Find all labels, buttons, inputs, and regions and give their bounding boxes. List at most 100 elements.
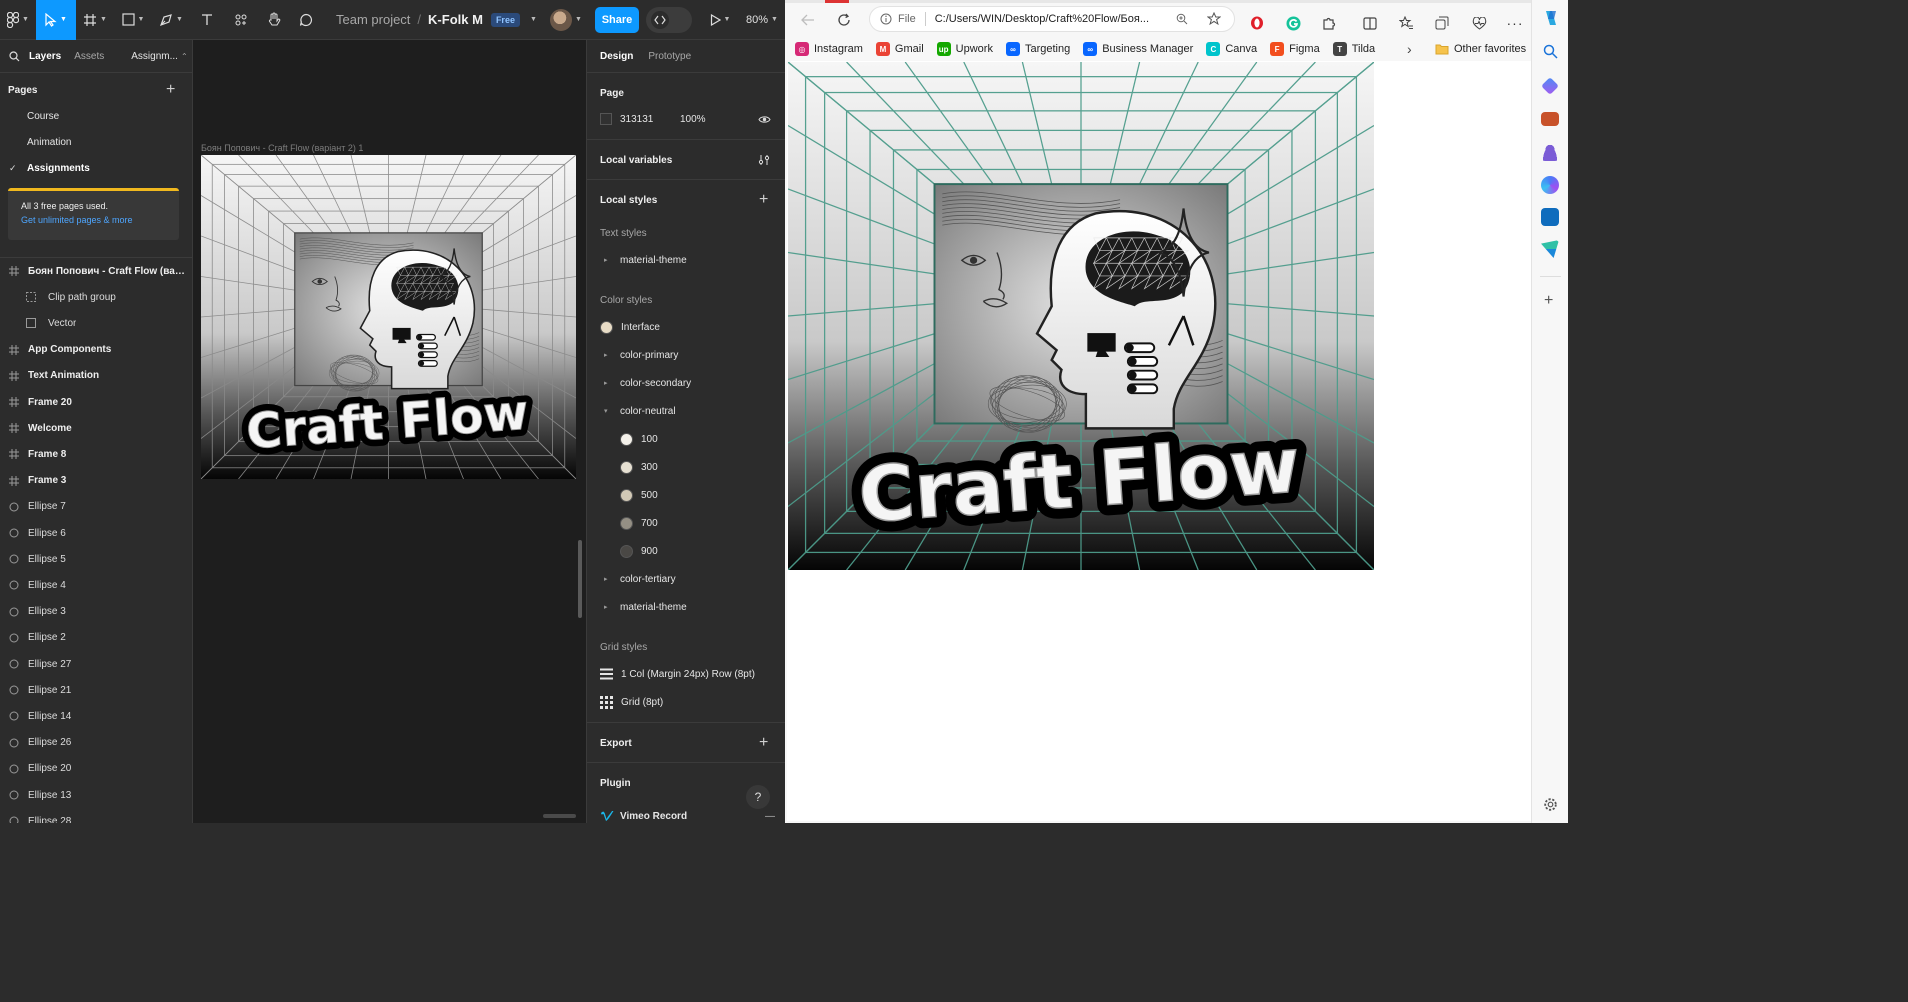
url-text[interactable]: C:/Users/WIN/Desktop/Craft%20Flow/Боя... [935, 13, 1157, 25]
bookmark-upwork[interactable]: up Upwork [936, 42, 993, 56]
resources-tool-button[interactable] [224, 0, 258, 40]
layer-row[interactable]: Ellipse 27 [0, 651, 192, 677]
share-button[interactable]: Share [595, 6, 639, 33]
file-name[interactable]: K-Folk M [428, 12, 483, 27]
local-variables-heading[interactable]: Local variables [600, 155, 672, 166]
layer-row[interactable]: Vector [0, 310, 192, 336]
pen-tool-button[interactable]: ▼ [152, 0, 190, 40]
layer-row[interactable]: Боян Попович - Craft Flow (варіа... [0, 258, 192, 284]
reload-button[interactable] [827, 3, 861, 37]
layer-row[interactable]: Text Animation [0, 363, 192, 389]
layer-row[interactable]: Frame 20 [0, 389, 192, 415]
upgrade-link[interactable]: Get unlimited pages & more [21, 215, 166, 225]
comment-tool-button[interactable] [290, 0, 322, 40]
browser-essentials-button[interactable] [1462, 6, 1496, 40]
color-swatch-item[interactable]: 700 [600, 513, 775, 533]
color-swatch-item[interactable]: 900 [600, 541, 775, 561]
tab-prototype[interactable]: Prototype [648, 51, 691, 62]
file-menu-chevron-icon[interactable]: ▼ [530, 16, 537, 23]
search-icon[interactable] [1543, 44, 1558, 59]
layer-row[interactable]: Welcome [0, 415, 192, 441]
collections-button[interactable] [1425, 6, 1459, 40]
page-item-course[interactable]: Course [27, 111, 59, 122]
color-style-item[interactable]: Interface [600, 317, 775, 337]
send-drop-icon[interactable] [1541, 240, 1559, 258]
add-page-plus-icon[interactable]: + [166, 82, 175, 98]
address-bar[interactable]: File C:/Users/WIN/Desktop/Craft%20Flow/Б… [869, 6, 1235, 32]
layer-row[interactable]: Ellipse 26 [0, 730, 192, 756]
layer-row[interactable]: Ellipse 5 [0, 546, 192, 572]
present-button[interactable]: ▼ [705, 0, 735, 40]
help-button[interactable]: ? [746, 785, 770, 809]
variables-sliders-icon[interactable] [758, 154, 770, 166]
color-swatch-item[interactable]: 100 [600, 429, 775, 449]
layer-row[interactable]: Clip path group [0, 284, 192, 310]
opera-extension-button[interactable] [1240, 6, 1274, 40]
layer-row[interactable]: App Components [0, 337, 192, 363]
add-style-plus-icon[interactable]: + [759, 192, 768, 208]
layer-row[interactable]: Frame 3 [0, 468, 192, 494]
text-style-group[interactable]: ▸ material-theme [600, 250, 775, 270]
tab-design[interactable]: Design [600, 51, 633, 62]
settings-more-button[interactable]: ··· [1498, 6, 1532, 40]
color-swatch-item[interactable]: 500 [600, 485, 775, 505]
toolbox-icon[interactable] [1541, 112, 1559, 126]
page-item-assignments[interactable]: Assignments [27, 163, 90, 174]
grammarly-extension-button[interactable] [1276, 6, 1310, 40]
horizontal-scrollbar[interactable] [543, 814, 576, 818]
dev-mode-toggle[interactable] [646, 6, 692, 33]
plugin-item[interactable]: Vimeo Record — [600, 806, 775, 823]
page-color-swatch[interactable] [600, 113, 612, 125]
layer-row[interactable]: Ellipse 21 [0, 677, 192, 703]
grid-style-item[interactable]: Grid (8pt) [600, 692, 775, 712]
chevron-up-icon[interactable]: ⌃ [181, 52, 188, 61]
people-icon[interactable] [1541, 143, 1559, 161]
color-style-group[interactable]: ▸ material-theme [600, 597, 775, 617]
hand-tool-button[interactable] [258, 0, 290, 40]
layer-row[interactable]: Ellipse 14 [0, 703, 192, 729]
tab-layers[interactable]: Layers [29, 51, 61, 62]
layer-row[interactable]: Ellipse 6 [0, 520, 192, 546]
zoom-menu[interactable]: 80% ▼ [742, 0, 782, 40]
add-export-plus-icon[interactable]: + [759, 735, 768, 751]
bookmark-business-manager[interactable]: ∞ Business Manager [1083, 42, 1193, 56]
color-style-group[interactable]: ▾ color-neutral [600, 401, 775, 421]
vertical-scrollbar[interactable] [578, 540, 582, 618]
team-name[interactable]: Team project [336, 12, 410, 27]
multiplayer-avatar-button[interactable]: ▼ [548, 0, 584, 40]
tab-assets[interactable]: Assets [74, 51, 104, 62]
add-sidebar-app-plus-icon[interactable]: + [1544, 292, 1553, 310]
other-favorites-folder[interactable]: Other favorites [1435, 37, 1526, 61]
layer-row[interactable]: Ellipse 7 [0, 494, 192, 520]
page-switcher[interactable]: Assignm... [131, 51, 178, 62]
color-style-group[interactable]: ▸ color-secondary [600, 373, 775, 393]
bookmark-targeting[interactable]: ∞ Targeting [1005, 42, 1070, 56]
layer-row[interactable]: Ellipse 13 [0, 782, 192, 808]
gear-icon[interactable] [1543, 797, 1558, 812]
shape-tool-button[interactable]: ▼ [114, 0, 152, 40]
bookmark-canva[interactable]: C Canva [1206, 42, 1257, 56]
copilot-logo-icon[interactable] [1542, 9, 1560, 27]
layer-row[interactable]: Ellipse 20 [0, 756, 192, 782]
layer-row[interactable]: Ellipse 4 [0, 572, 192, 598]
layer-row[interactable]: Frame 8 [0, 441, 192, 467]
color-swatch-item[interactable]: 300 [600, 457, 775, 477]
bookmark-instagram[interactable]: ◎ Instagram [795, 42, 863, 56]
eye-icon[interactable] [758, 115, 771, 124]
shopping-tag-icon[interactable] [1541, 77, 1559, 95]
frame-tool-button[interactable]: ▼ [76, 0, 114, 40]
bookmarks-overflow-chevron-icon[interactable]: › [1407, 37, 1412, 61]
bookmark-gmail[interactable]: M Gmail [875, 42, 924, 56]
layer-row[interactable]: Ellipse 2 [0, 625, 192, 651]
color-style-group[interactable]: ▸ color-tertiary [600, 569, 775, 589]
search-icon[interactable] [9, 50, 20, 62]
bookmark-figma[interactable]: F Figma [1270, 42, 1320, 56]
outlook-icon[interactable] [1541, 208, 1559, 226]
text-tool-button[interactable] [190, 0, 224, 40]
canvas-artwork-frame[interactable]: Craft Flow Craft Flow [200, 154, 577, 480]
extensions-button[interactable] [1312, 6, 1346, 40]
split-screen-button[interactable] [1353, 6, 1387, 40]
color-style-group[interactable]: ▸ color-primary [600, 345, 775, 365]
minus-icon[interactable]: — [765, 811, 775, 822]
page-item-animation[interactable]: Animation [27, 137, 71, 148]
